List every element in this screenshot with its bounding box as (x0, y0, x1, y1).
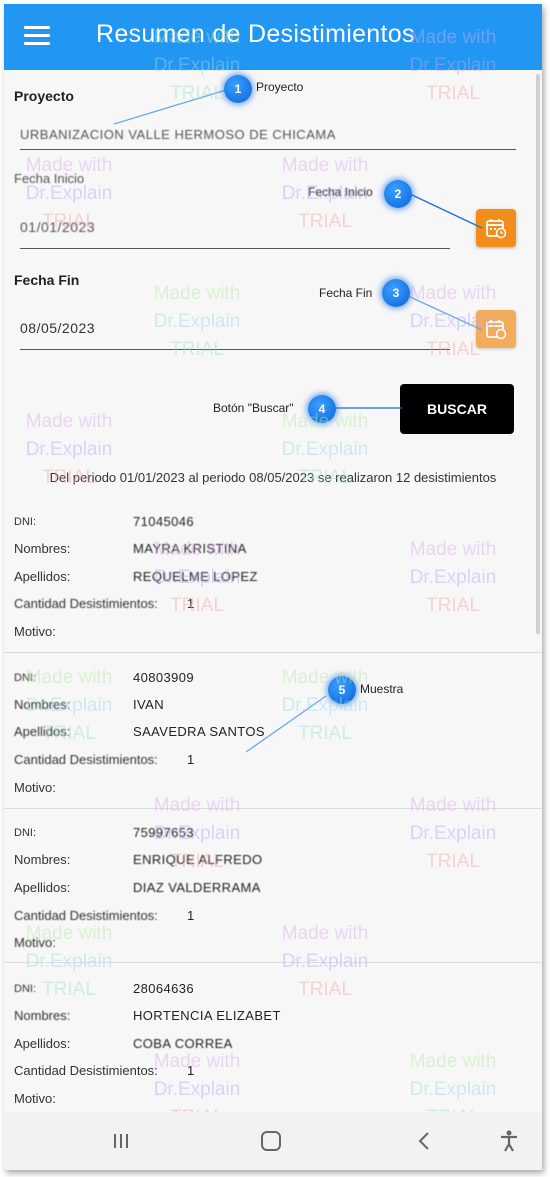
home-icon[interactable] (256, 1126, 286, 1156)
system-nav-bar (4, 1112, 542, 1170)
callout-marker: 1 (224, 75, 252, 103)
app-screen: Resumen de Desistimientos Proyecto URBAN… (4, 4, 542, 1170)
accessibility-icon[interactable] (494, 1126, 524, 1156)
callout-marker: 2 (384, 180, 412, 208)
callout-marker: 5 (328, 676, 356, 704)
callout-label: Proyecto (256, 80, 304, 94)
callout-label: Muestra (360, 682, 404, 696)
callout-lines (113, 89, 483, 753)
callout-marker: 4 (308, 395, 336, 423)
callout-marker: 3 (382, 279, 410, 307)
callout-label: Fecha Inicio (308, 185, 373, 199)
recent-apps-icon[interactable] (106, 1126, 136, 1156)
callout-label: Botón "Buscar" (213, 401, 294, 415)
callout-label: Fecha Fin (319, 286, 373, 300)
back-icon[interactable] (410, 1126, 440, 1156)
